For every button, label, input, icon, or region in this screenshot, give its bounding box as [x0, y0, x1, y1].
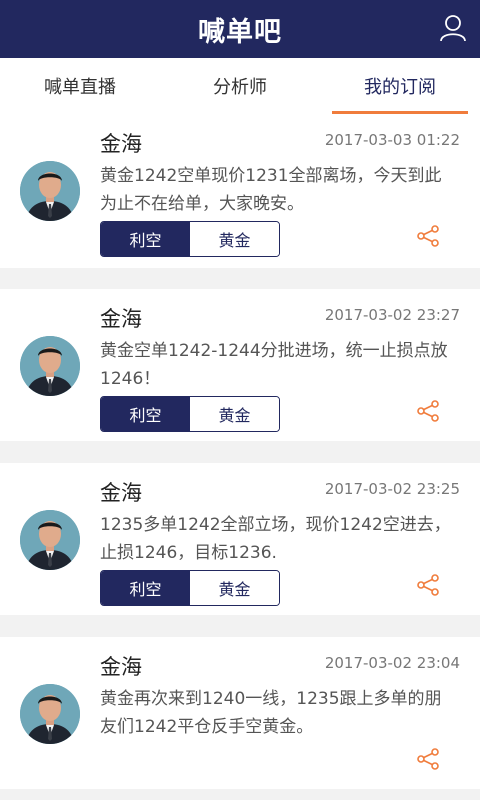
post-card[interactable]: 金海 2017-03-02 23:04 黄金再次来到1240一线，1235跟上多…: [0, 637, 480, 789]
author-name[interactable]: 金海: [100, 303, 142, 333]
tag-group: 利空 黄金: [100, 396, 280, 432]
tab-live-calls[interactable]: 喊单直播: [0, 58, 160, 114]
share-icon[interactable]: [416, 399, 440, 423]
post-content: 黄金1242空单现价1231全部离场，今天到此为止不在给单，大家晚安。: [100, 166, 442, 214]
tab-my-subscriptions[interactable]: 我的订阅: [320, 58, 480, 114]
author-name[interactable]: 金海: [100, 128, 142, 158]
author-name[interactable]: 金海: [100, 651, 142, 681]
author-name[interactable]: 金海: [100, 477, 142, 507]
symbol-tag[interactable]: 黄金: [190, 397, 279, 431]
avatar[interactable]: [20, 510, 80, 570]
avatar[interactable]: [20, 161, 80, 221]
tab-bar: 喊单直播 分析师 我的订阅: [0, 58, 480, 114]
direction-tag[interactable]: 利空: [101, 222, 190, 256]
post-time: 2017-03-02 23:25: [324, 480, 460, 498]
post-card[interactable]: 金海 2017-03-03 01:22 黄金1242空单现价1231全部离场，今…: [0, 114, 480, 268]
post-card[interactable]: 金海 2017-03-02 23:27 黄金空单1242-1244分批进场，统一…: [0, 289, 480, 441]
post-time: 2017-03-02 23:04: [324, 654, 460, 672]
tab-label: 喊单直播: [44, 77, 116, 98]
direction-tag[interactable]: 利空: [101, 397, 190, 431]
avatar[interactable]: [20, 336, 80, 396]
user-icon[interactable]: [438, 13, 468, 43]
symbol-tag[interactable]: 黄金: [190, 571, 279, 605]
tab-label: 我的订阅: [364, 77, 436, 98]
post-time: 2017-03-02 23:27: [324, 306, 460, 324]
tag-group: 利空 黄金: [100, 570, 280, 606]
symbol-tag[interactable]: 黄金: [190, 222, 279, 256]
tab-label: 分析师: [213, 77, 267, 98]
tag-group: 利空 黄金: [100, 221, 280, 257]
post-feed: 金海 2017-03-03 01:22 黄金1242空单现价1231全部离场，今…: [0, 114, 480, 800]
post-time: 2017-03-03 01:22: [324, 131, 460, 149]
post-content: 黄金再次来到1240一线，1235跟上多单的朋友们1242平仓反手空黄金。: [100, 689, 442, 737]
app-header: 喊单吧: [0, 0, 480, 58]
direction-tag[interactable]: 利空: [101, 571, 190, 605]
share-icon[interactable]: [416, 224, 440, 248]
share-icon[interactable]: [416, 573, 440, 597]
share-icon[interactable]: [416, 747, 440, 771]
tab-analysts[interactable]: 分析师: [160, 58, 320, 114]
app-title: 喊单吧: [198, 16, 282, 48]
post-card[interactable]: 金海 2017-03-02 23:25 1235多单1242全部立场，现价124…: [0, 463, 480, 615]
post-content: 1235多单1242全部立场，现价1242空进去，止损1246，目标1236.: [100, 515, 451, 563]
post-content: 黄金空单1242-1244分批进场，统一止损点放1246！: [100, 341, 448, 389]
avatar[interactable]: [20, 684, 80, 744]
